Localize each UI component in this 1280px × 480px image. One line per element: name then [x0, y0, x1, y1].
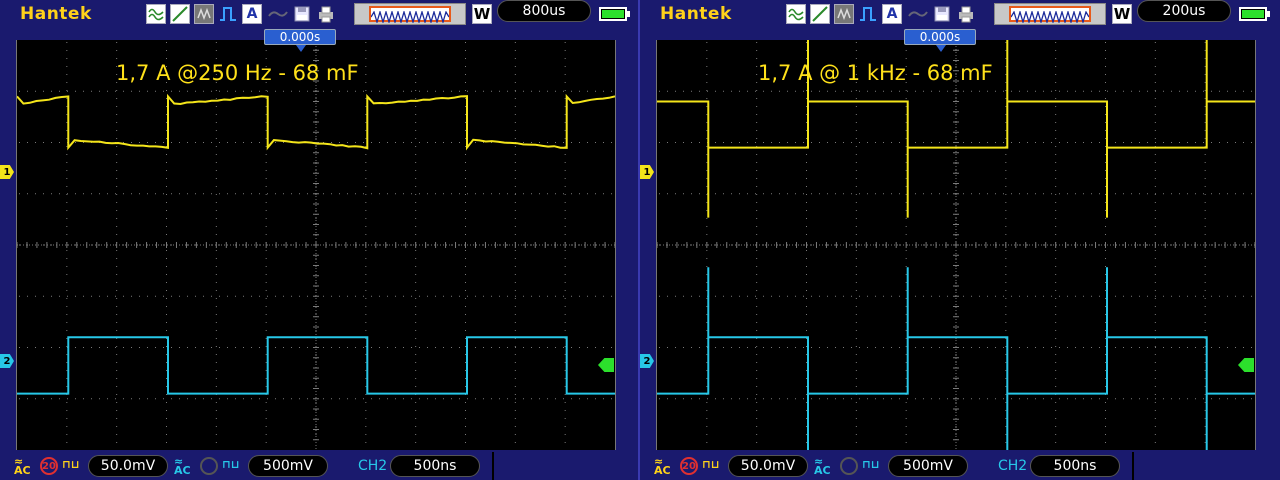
trigger-source[interactable]: CH2: [358, 458, 387, 474]
line-icon[interactable]: [810, 4, 830, 24]
ch1-marker[interactable]: 1: [0, 165, 14, 179]
trigger-time[interactable]: 500ns: [390, 455, 480, 477]
run-mode-icon[interactable]: W: [1112, 4, 1132, 24]
pulse-icon[interactable]: [858, 4, 878, 24]
brand-logo: Hantek: [20, 4, 92, 24]
ch1-scale[interactable]: 50.0mV: [728, 455, 808, 477]
ch2-probe-icon: ⊓⊔: [222, 460, 240, 469]
save-icon[interactable]: [932, 4, 952, 24]
ch1-scale[interactable]: 50.0mV: [88, 455, 168, 477]
timebase-display[interactable]: 800us: [497, 0, 591, 22]
ch1-marker[interactable]: 1: [640, 165, 654, 179]
run-mode-icon[interactable]: W: [472, 4, 492, 24]
battery-icon: [1239, 7, 1267, 21]
trigger-position-label: 0.000s: [904, 29, 976, 45]
persist-icon[interactable]: [194, 4, 214, 24]
ch2-marker[interactable]: 2: [640, 354, 654, 368]
timebase-display[interactable]: 200us: [1137, 0, 1231, 22]
ch2-scale[interactable]: 500mV: [248, 455, 328, 477]
ch1-coupling-icon[interactable]: ≈ AC: [14, 457, 31, 475]
annotation-text: 1,7 A @ 1 kHz - 68 mF: [758, 61, 993, 85]
waveform-plot: [657, 40, 1255, 450]
trigger-position-label: 0.000s: [264, 29, 336, 45]
waveform-plot: [17, 40, 615, 450]
ch2-bw-limit-icon[interactable]: [840, 457, 858, 475]
pulse-icon[interactable]: [218, 4, 238, 24]
ch1-bw-limit-icon[interactable]: 20: [40, 457, 58, 475]
status-separator: [1132, 452, 1134, 480]
channel-status-bar: ≈ AC 20 ⊓⊔ 50.0mV ≈ AC ⊓⊔ 500mV CH2 500ns: [640, 452, 1280, 480]
ch2-coupling-icon[interactable]: ≈ AC: [174, 457, 191, 475]
ch1-coupling-icon[interactable]: ≈ AC: [654, 457, 671, 475]
top-toolbar: Hantek A W 200us: [640, 0, 1280, 28]
brand-logo: Hantek: [660, 4, 732, 24]
channel-status-bar: ≈ AC 20 ⊓⊔ 50.0mV ≈ AC ⊓⊔ 500mV CH2 500ns: [0, 452, 640, 480]
status-separator: [492, 452, 494, 480]
link-icon[interactable]: [906, 4, 930, 24]
trigger-source[interactable]: CH2: [998, 458, 1027, 474]
line-icon[interactable]: [170, 4, 190, 24]
ch2-scale[interactable]: 500mV: [888, 455, 968, 477]
ch2-bw-limit-icon[interactable]: [200, 457, 218, 475]
trigger-time[interactable]: 500ns: [1030, 455, 1120, 477]
auto-icon[interactable]: A: [882, 4, 902, 24]
link-icon[interactable]: [266, 4, 290, 24]
scope-panel-250hz: Hantek A W 800us 0.000s 1,7 A @250 Hz - …: [0, 0, 640, 480]
memory-window-icon[interactable]: [354, 3, 466, 25]
ch2-marker[interactable]: 2: [0, 354, 14, 368]
ch1-probe-icon: ⊓⊔: [62, 460, 80, 469]
mode-icon[interactable]: [786, 4, 806, 24]
scope-panel-1khz: Hantek A W 200us 0.000s 1,7 A @ 1 kHz - …: [640, 0, 1280, 480]
waveform-screen[interactable]: [656, 40, 1256, 450]
auto-icon[interactable]: A: [242, 4, 262, 24]
ch1-bw-limit-icon[interactable]: 20: [680, 457, 698, 475]
persist-icon[interactable]: [834, 4, 854, 24]
top-toolbar: Hantek A W 800us: [0, 0, 640, 28]
battery-icon: [599, 7, 627, 21]
ch2-coupling-icon[interactable]: ≈ AC: [814, 457, 831, 475]
waveform-screen[interactable]: [16, 40, 616, 450]
ch1-probe-icon: ⊓⊔: [702, 460, 720, 469]
save-icon[interactable]: [292, 4, 312, 24]
mode-icon[interactable]: [146, 4, 166, 24]
memory-window-icon[interactable]: [994, 3, 1106, 25]
print-icon[interactable]: [316, 4, 336, 24]
print-icon[interactable]: [956, 4, 976, 24]
annotation-text: 1,7 A @250 Hz - 68 mF: [116, 61, 359, 85]
ch2-probe-icon: ⊓⊔: [862, 460, 880, 469]
